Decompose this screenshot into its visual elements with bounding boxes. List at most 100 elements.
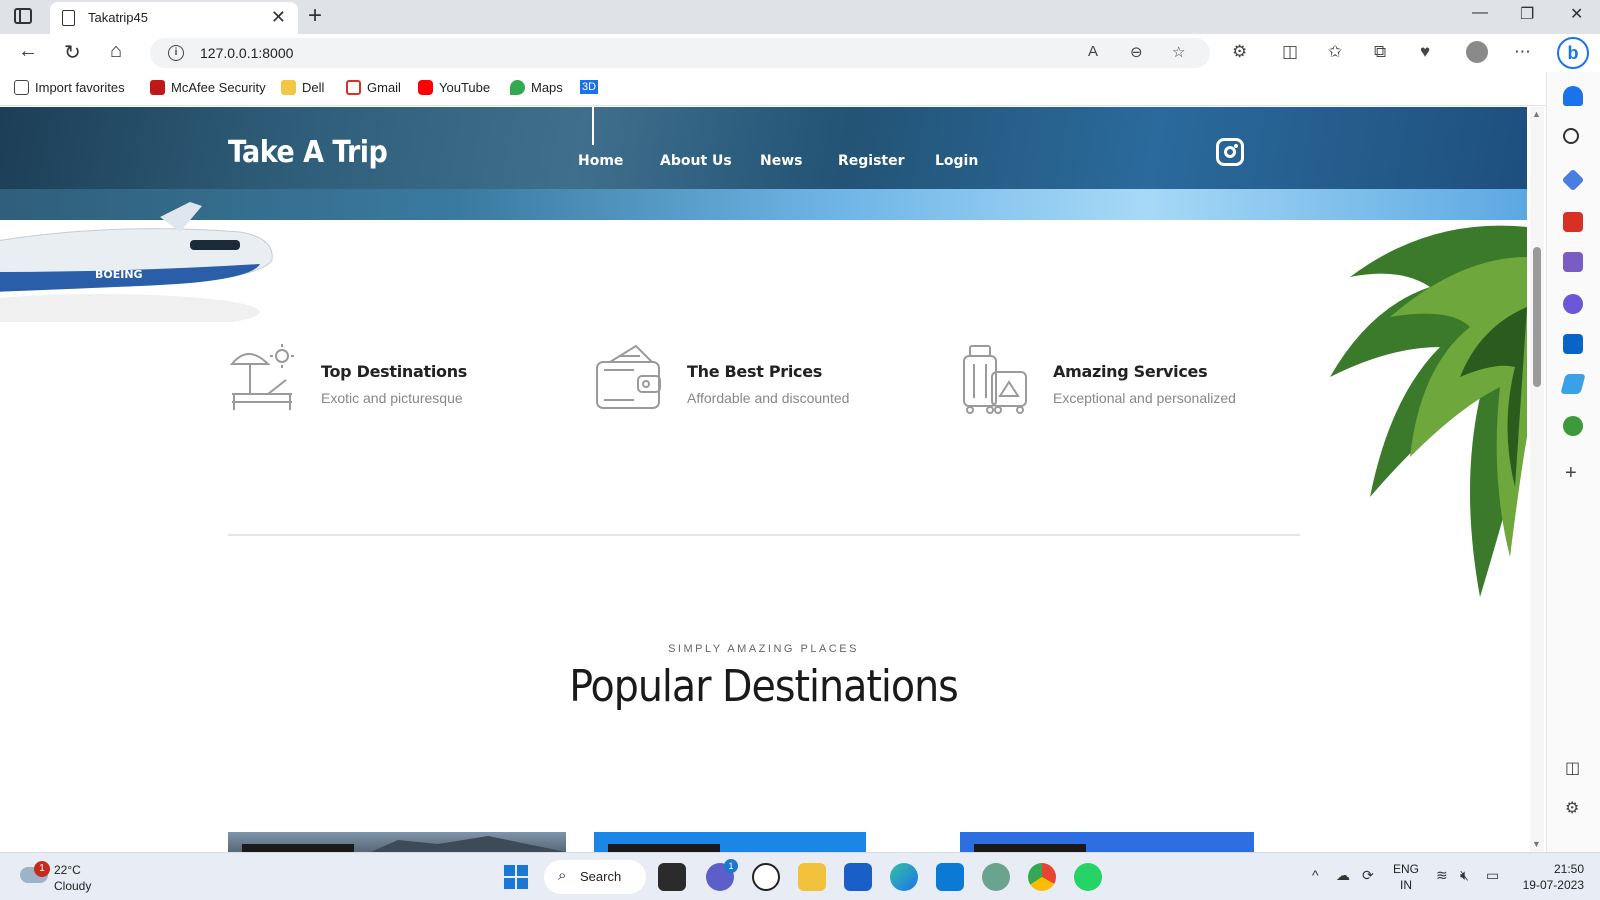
- import-icon: [14, 80, 29, 95]
- collections-icon[interactable]: ⧉: [1374, 42, 1386, 62]
- sidebar-hide-icon[interactable]: ◫: [1565, 758, 1580, 778]
- fav-maps[interactable]: Maps: [510, 80, 563, 95]
- fav-import-favorites[interactable]: Import favorites: [14, 80, 125, 95]
- chrome-icon[interactable]: [1028, 863, 1056, 891]
- clock-time: 21:50: [1553, 862, 1584, 876]
- favorites-icon[interactable]: ✩: [1328, 42, 1342, 62]
- home-icon[interactable]: ⌂: [110, 40, 122, 63]
- start-button[interactable]: [504, 865, 528, 889]
- address-bar[interactable]: i 127.0.0.1:8000 A ⊖ ☆: [150, 38, 1210, 68]
- search-icon[interactable]: [1563, 128, 1579, 144]
- bing-chat-icon[interactable]: b: [1557, 37, 1589, 69]
- feature-top-destinations: Top Destinations Exotic and picturesque: [228, 344, 568, 424]
- browser-essentials-icon[interactable]: ♥: [1420, 42, 1430, 62]
- taskbar-search[interactable]: ⌕ Search: [544, 860, 646, 894]
- microsoft-store-icon[interactable]: [844, 863, 872, 891]
- active-nav-indicator: [592, 107, 594, 145]
- nav-about-us[interactable]: About Us: [660, 153, 732, 169]
- site-info-icon[interactable]: i: [168, 45, 184, 61]
- tab-actions-icon[interactable]: [14, 8, 32, 24]
- wifi-icon[interactable]: ≋: [1436, 867, 1448, 884]
- page-scrollbar[interactable]: ▲ ▼: [1530, 107, 1544, 852]
- weather-condition: Cloudy: [54, 879, 92, 893]
- nav-login[interactable]: Login: [935, 153, 978, 169]
- system-clock[interactable]: 21:50 19-07-2023: [1520, 861, 1584, 893]
- scroll-thumb[interactable]: [1533, 247, 1541, 387]
- feature-subtitle: Affordable and discounted: [687, 390, 850, 406]
- feature-title: Top Destinations: [321, 362, 468, 381]
- volume-muted-icon[interactable]: 🔇︎: [1460, 867, 1469, 884]
- card-label-bar: [608, 844, 720, 852]
- edge-sidebar: + ◫ ⚙: [1546, 72, 1600, 852]
- teams-chat-icon[interactable]: 1: [706, 859, 738, 891]
- add-sidebar-app-icon[interactable]: +: [1565, 462, 1577, 485]
- fav-3d[interactable]: 3D: [580, 80, 599, 94]
- more-options-icon[interactable]: ⋯: [1514, 42, 1531, 62]
- microsoft365-icon[interactable]: [1563, 294, 1583, 314]
- card-label-bar: [974, 844, 1086, 852]
- page-viewport: Take A Trip Home About Us News Register …: [0, 107, 1527, 852]
- dell-icon[interactable]: [752, 863, 780, 891]
- edge-icon[interactable]: [890, 863, 918, 891]
- notifications-icon[interactable]: [1563, 86, 1583, 106]
- section-divider: [228, 534, 1300, 536]
- vscode-icon[interactable]: [936, 863, 964, 891]
- refresh-icon[interactable]: ↻: [64, 40, 81, 65]
- outlook-icon[interactable]: [1563, 334, 1583, 354]
- fav-label: McAfee Security: [171, 80, 266, 95]
- back-icon[interactable]: ←: [18, 40, 38, 63]
- tree-icon[interactable]: [1563, 416, 1583, 436]
- show-hidden-icons[interactable]: ^: [1312, 867, 1319, 883]
- wallet-icon: [596, 344, 661, 409]
- extensions-icon[interactable]: ⚙: [1232, 42, 1247, 62]
- minimize-icon[interactable]: —: [1472, 4, 1488, 22]
- task-view-icon[interactable]: [658, 863, 686, 891]
- split-screen-icon[interactable]: ◫: [1282, 42, 1298, 62]
- url-text[interactable]: 127.0.0.1:8000: [200, 45, 293, 61]
- section-eyebrow: SIMPLY AMAZING PLACES: [668, 643, 859, 655]
- fav-label: YouTube: [439, 80, 491, 95]
- destination-card[interactable]: [228, 832, 566, 852]
- close-window-icon[interactable]: ✕: [1570, 4, 1583, 24]
- fav-gmail[interactable]: Gmail: [346, 80, 401, 95]
- whatsapp-icon[interactable]: [1074, 863, 1102, 891]
- instagram-icon[interactable]: [1216, 138, 1244, 166]
- sidebar-settings-icon[interactable]: ⚙: [1565, 798, 1579, 818]
- scroll-down-icon[interactable]: ▼: [1532, 839, 1541, 849]
- games-icon[interactable]: [1563, 252, 1583, 272]
- chatgpt-icon[interactable]: [982, 863, 1010, 891]
- language-indicator[interactable]: ENG IN: [1393, 861, 1419, 893]
- drop-icon[interactable]: [1560, 374, 1586, 394]
- favorite-star-icon[interactable]: ☆: [1172, 43, 1185, 61]
- restore-icon[interactable]: ❐: [1520, 4, 1534, 24]
- feature-subtitle: Exotic and picturesque: [321, 390, 463, 406]
- profile-avatar[interactable]: [1466, 41, 1488, 63]
- sync-icon[interactable]: ⟳: [1362, 867, 1374, 884]
- nav-home[interactable]: Home: [578, 153, 623, 169]
- feature-best-prices: The Best Prices Affordable and discounte…: [594, 344, 934, 424]
- read-aloud-icon[interactable]: A: [1088, 43, 1098, 60]
- palm-tree-illustration: [1330, 225, 1527, 598]
- destination-card[interactable]: [594, 832, 866, 852]
- nav-news[interactable]: News: [760, 153, 802, 169]
- file-explorer-icon[interactable]: [798, 863, 826, 891]
- feature-title: The Best Prices: [687, 362, 822, 381]
- fav-youtube[interactable]: YouTube: [418, 80, 490, 95]
- battery-icon[interactable]: ▭: [1486, 867, 1499, 884]
- scroll-up-icon[interactable]: ▲: [1532, 109, 1541, 119]
- zoom-icon[interactable]: ⊖: [1130, 43, 1143, 61]
- active-tab[interactable]: Takatrip45 ✕: [50, 2, 298, 34]
- tools-icon[interactable]: [1563, 212, 1583, 232]
- fav-dell[interactable]: Dell: [281, 80, 324, 95]
- onedrive-icon[interactable]: ☁: [1336, 867, 1350, 884]
- search-label: Search: [580, 869, 622, 884]
- luggage-icon: [963, 345, 1027, 414]
- close-tab-icon[interactable]: ✕: [271, 7, 286, 28]
- shopping-icon[interactable]: [1561, 168, 1585, 192]
- fav-label: Maps: [531, 80, 563, 95]
- nav-register[interactable]: Register: [838, 153, 905, 169]
- destination-card[interactable]: [960, 832, 1254, 852]
- new-tab-icon[interactable]: +: [308, 2, 322, 30]
- fav-mcafee[interactable]: McAfee Security: [150, 80, 266, 95]
- site-logo[interactable]: Take A Trip: [228, 135, 388, 170]
